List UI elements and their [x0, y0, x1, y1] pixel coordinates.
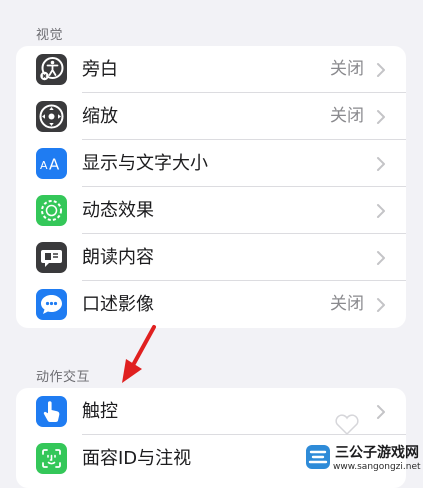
audio-description-icon [36, 289, 67, 320]
row-zoom[interactable]: 缩放 关闭 [16, 93, 406, 140]
section-header-vision: 视觉 [36, 28, 64, 43]
row-label: 朗读内容 [82, 247, 154, 268]
touch-icon [36, 396, 67, 427]
watermark-url: www.sangongzi.net [333, 462, 421, 472]
motion-icon [36, 195, 67, 226]
row-value: 关闭 [330, 106, 364, 126]
row-spoken-content[interactable]: 朗读内容 [16, 234, 406, 281]
face-id-icon [36, 443, 67, 474]
chevron-right-icon [377, 251, 385, 265]
watermark-title: 三公子游戏网 [335, 445, 419, 461]
text-size-icon: A A [36, 148, 67, 179]
row-audio-descriptions[interactable]: 口述影像 关闭 [16, 281, 406, 328]
vision-settings-group: 旁白 关闭 缩放 关闭 A A 显示与文字大小 动态效果 朗读内容 口述影像 关… [16, 46, 406, 328]
chevron-right-icon [377, 204, 385, 218]
site-watermark: 三公子游戏网 www.sangongzi.net [303, 440, 423, 476]
row-label: 显示与文字大小 [82, 153, 208, 174]
row-value: 关闭 [330, 294, 364, 314]
annotation-arrow-icon [122, 325, 156, 383]
row-label: 动态效果 [82, 200, 154, 221]
chevron-right-icon [377, 405, 385, 419]
svg-text:A: A [40, 159, 48, 172]
watermark-logo-icon [306, 445, 330, 469]
row-label: 触控 [82, 401, 118, 422]
row-label: 缩放 [82, 106, 118, 127]
row-value: 关闭 [330, 59, 364, 79]
chevron-right-icon [377, 63, 385, 77]
row-voiceover[interactable]: 旁白 关闭 [16, 46, 406, 93]
zoom-icon [36, 101, 67, 132]
spoken-content-icon [36, 242, 67, 273]
chevron-right-icon [377, 157, 385, 171]
watermark-heart-icon [335, 414, 359, 436]
row-label: 面容ID与注视 [82, 448, 192, 469]
voiceover-icon [36, 54, 67, 85]
row-label: 口述影像 [82, 294, 154, 315]
row-label: 旁白 [82, 59, 118, 80]
chevron-right-icon [377, 298, 385, 312]
row-motion[interactable]: 动态效果 [16, 187, 406, 234]
svg-text:A: A [49, 156, 60, 174]
row-display-text-size[interactable]: A A 显示与文字大小 [16, 140, 406, 187]
chevron-right-icon [377, 110, 385, 124]
section-header-physical-motor: 动作交互 [36, 370, 91, 385]
